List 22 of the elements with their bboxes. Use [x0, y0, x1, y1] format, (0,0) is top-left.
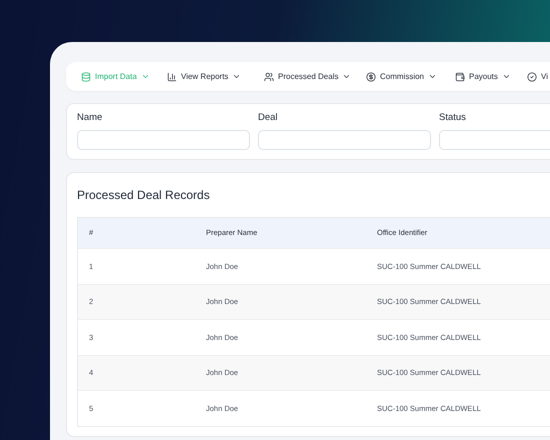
bar-chart-icon: [167, 72, 177, 82]
filter-label: Deal: [258, 112, 279, 124]
chevron-down-icon: [232, 72, 242, 81]
nav-menu-button[interactable]: Commission: [366, 70, 455, 82]
nav-menu-button[interactable]: Payouts: [455, 70, 527, 82]
nav-menu-button[interactable]: Processed Deals: [264, 70, 366, 82]
filter-label: Name: [77, 112, 104, 124]
filter-input-field[interactable]: [258, 130, 431, 150]
nav-menu-button[interactable]: Vi: [527, 70, 550, 82]
check-circle-icon: [527, 72, 537, 82]
users-icon: [264, 72, 274, 82]
wallet-icon: [455, 72, 465, 82]
chevron-down-icon: [502, 72, 511, 81]
nav-menu-button[interactable]: View Reports: [167, 70, 264, 82]
database-icon: [81, 72, 91, 82]
dollar-circle-icon: [366, 72, 376, 82]
chevron-down-icon: [342, 72, 352, 81]
filter-label: Status: [439, 112, 467, 124]
table-title: Processed Deal Records: [77, 187, 211, 203]
filter-input-field[interactable]: [77, 130, 250, 150]
chevron-down-icon: [428, 72, 438, 81]
chevron-down-icon: [140, 72, 150, 81]
